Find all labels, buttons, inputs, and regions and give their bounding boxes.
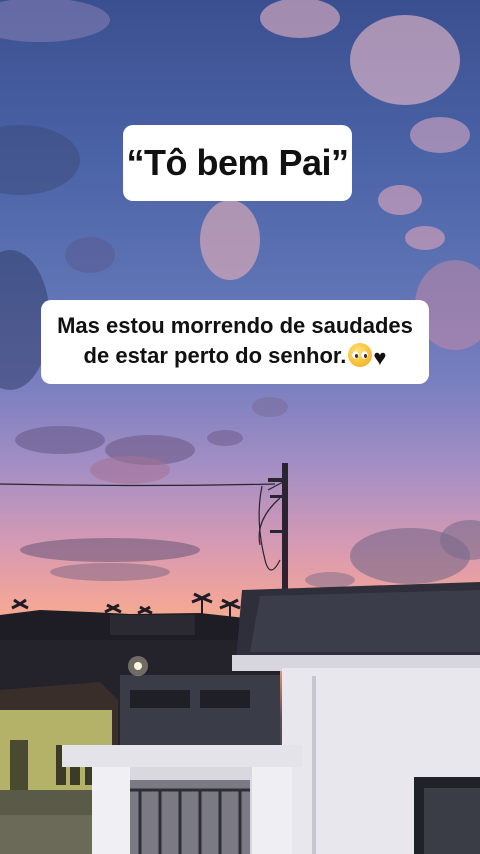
caption-bottom: Mas estou morrendo de saudades de estar … <box>41 300 429 384</box>
caption-bottom-line-2-wrap: de estar perto do senhor. ♥ <box>41 341 429 373</box>
caption-top: “Tô bem Pai” <box>123 125 352 201</box>
black-heart-icon: ♥ <box>373 345 387 370</box>
caption-bottom-line-2: de estar perto do senhor. <box>83 343 347 368</box>
caption-bottom-line-1: Mas estou morrendo de saudades <box>57 313 413 338</box>
sunset-photo: “Tô bem Pai” Mas estou morrendo de sauda… <box>0 0 480 854</box>
clouds <box>0 0 480 588</box>
pleading-face-icon <box>348 343 373 367</box>
caption-top-text: “Tô bem Pai” <box>126 142 349 183</box>
